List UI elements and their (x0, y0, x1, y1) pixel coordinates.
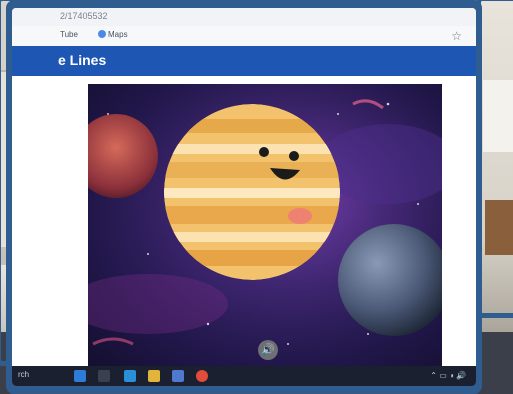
task-view-icon[interactable] (98, 370, 110, 382)
address-bar[interactable]: 2/17405532 (12, 8, 476, 26)
bookmarks-bar: Tube Maps ☆ (12, 26, 476, 47)
taskbar: rch ⌃ ▭ ◑ 🔊 (12, 366, 476, 386)
browser-screen: 2/17405532 Tube Maps ☆ e Lines 🔊 rch ⌃ ▭… (12, 8, 476, 386)
edge-icon[interactable] (124, 370, 136, 382)
taskbar-search[interactable]: rch (18, 370, 29, 379)
speaker-icon[interactable]: 🔊 (258, 340, 278, 360)
file-explorer-icon[interactable] (148, 370, 160, 382)
widgets-icon[interactable] (74, 370, 86, 382)
bookmark-maps[interactable]: Maps (98, 30, 128, 39)
bookmark-youtube[interactable]: Tube (60, 30, 78, 39)
system-tray[interactable]: ⌃ ▭ ◑ 🔊 (430, 371, 466, 380)
right-window-frame (476, 0, 513, 318)
store-icon[interactable] (172, 370, 184, 382)
address-text: 2/17405532 (60, 11, 108, 21)
page-banner: e Lines (12, 46, 476, 76)
space-scene-svg (88, 84, 442, 366)
chrome-icon[interactable] (196, 370, 208, 382)
bookmark-label: Maps (108, 30, 128, 39)
bookmark-label: Tube (60, 30, 78, 39)
space-illustration[interactable] (88, 84, 442, 366)
star-icon[interactable]: ☆ (451, 29, 462, 43)
page-title: e Lines (58, 52, 107, 68)
map-pin-icon (98, 30, 106, 38)
